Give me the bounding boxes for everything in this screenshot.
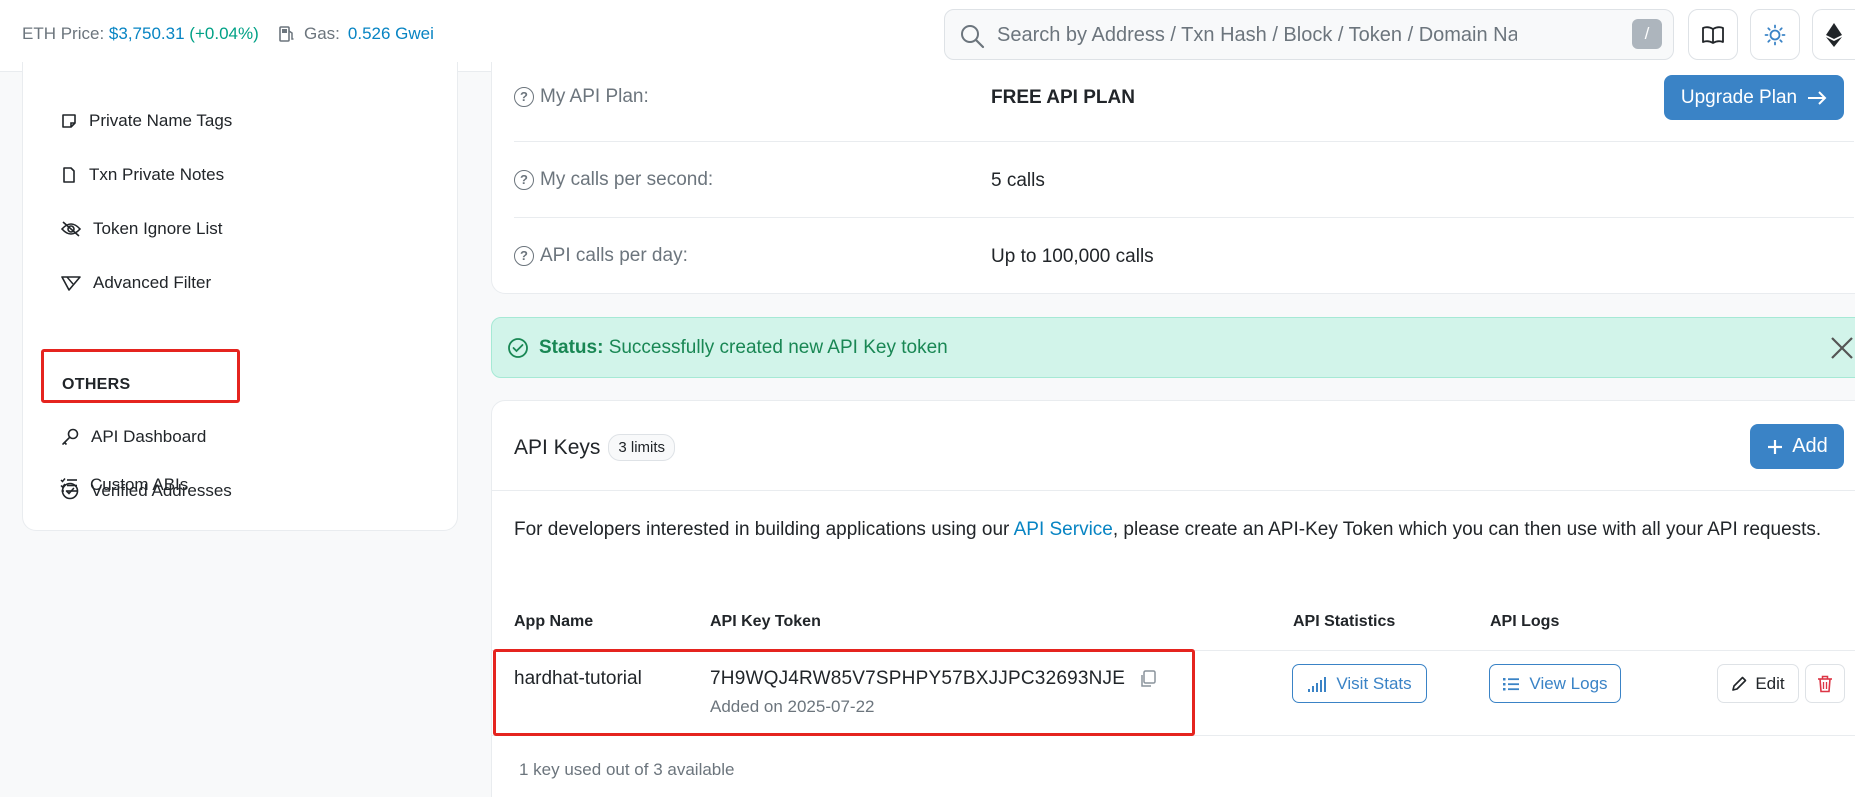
api-keys-card: API Keys 3 limits Add For developers int…	[491, 400, 1855, 797]
visit-stats-label: Visit Stats	[1336, 673, 1412, 693]
plan-label: ? My API Plan:	[514, 86, 649, 108]
status-prefix: Status:	[539, 337, 604, 358]
status-message: Status: Successfully created new API Key…	[539, 337, 948, 359]
plan-row: ? API calls per day: Up to 100,000 calls	[514, 218, 1854, 294]
view-logs-button[interactable]: View Logs	[1489, 664, 1621, 703]
upgrade-plan-label: Upgrade Plan	[1680, 86, 1798, 108]
plan-label-text: My API Plan:	[540, 86, 649, 107]
search-icon	[961, 25, 985, 49]
gas-price: Gas: 0.526 Gwei	[278, 24, 434, 44]
sidebar-item-token-ignore-list[interactable]: Token Ignore List	[61, 209, 222, 249]
signal-bars-icon	[1308, 676, 1327, 692]
account-sidebar: Private Name Tags Txn Private Notes Toke…	[22, 62, 458, 531]
sidebar-item-label: Advanced Filter	[93, 273, 212, 292]
book-icon	[1702, 25, 1724, 44]
highlight-box-api-key-row	[493, 649, 1195, 736]
plus-icon	[1768, 439, 1783, 454]
upgrade-plan-button[interactable]: Upgrade Plan	[1664, 75, 1844, 120]
sidebar-item-txn-private-notes[interactable]: Txn Private Notes	[61, 155, 224, 195]
close-icon[interactable]	[1829, 335, 1855, 361]
add-label: Add	[1792, 435, 1828, 457]
sidebar-item-advanced-filter[interactable]: Advanced Filter	[61, 263, 211, 303]
sidebar-item-api-dashboard[interactable]: API Dashboard	[61, 417, 206, 457]
column-header-api-key-token: API Key Token	[710, 613, 821, 630]
api-keys-title-text: API Keys	[514, 435, 601, 459]
intro-text: For developers interested in building ap…	[514, 519, 1014, 540]
help-icon[interactable]: ?	[514, 246, 534, 266]
key-usage-text: 1 key used out of 3 available	[519, 760, 735, 779]
trash-icon	[1818, 675, 1832, 692]
plan-row: ? My calls per second: 5 calls	[514, 142, 1854, 218]
column-header-app-name: App Name	[514, 613, 594, 630]
intro-text: , please create an API-Key Token which y…	[1112, 519, 1822, 540]
status-alert: Status: Successfully created new API Key…	[491, 317, 1855, 378]
help-icon[interactable]: ?	[514, 170, 534, 190]
plan-label: ? API calls per day:	[514, 245, 688, 267]
key-icon	[62, 428, 79, 446]
file-icon	[63, 167, 75, 183]
docs-button[interactable]	[1688, 9, 1738, 60]
note-icon	[62, 114, 76, 128]
sidebar-item-custom-abis[interactable]: Custom ABIs	[60, 465, 188, 505]
sidebar-item-label: Custom ABIs	[90, 475, 189, 494]
plan-label: ? My calls per second:	[514, 169, 713, 191]
column-header-api-logs: API Logs	[1490, 613, 1560, 630]
network-button[interactable]	[1812, 9, 1855, 60]
plan-row: ? My API Plan: FREE API PLAN	[514, 62, 1854, 142]
api-plan-card: ? My API Plan: FREE API PLAN ? My calls …	[491, 62, 1855, 294]
api-keys-header: API Keys 3 limits Add	[492, 401, 1855, 491]
sidebar-item-label: API Dashboard	[91, 427, 207, 446]
sidebar-item-private-name-tags[interactable]: Private Name Tags	[61, 101, 232, 141]
sidebar-item-label: Token Ignore List	[93, 219, 223, 238]
sun-icon	[1764, 24, 1786, 45]
api-keys-intro: For developers interested in building ap…	[514, 514, 1854, 545]
gas-label: Gas:	[304, 24, 340, 43]
add-api-key-button[interactable]: Add	[1750, 424, 1844, 469]
plan-label-text: API calls per day:	[540, 245, 688, 266]
gas-pump-icon	[279, 26, 294, 42]
edit-label: Edit	[1755, 673, 1785, 693]
list-check-icon	[60, 478, 77, 492]
plan-value: 5 calls	[991, 170, 1045, 191]
eth-price-label: ETH Price:	[22, 24, 105, 43]
eye-slash-icon	[61, 221, 81, 237]
search-bar[interactable]	[944, 9, 1674, 60]
eth-price-value[interactable]: $3,750.31	[109, 24, 185, 43]
delete-button[interactable]	[1805, 664, 1845, 703]
eth-price-change: (+0.04%)	[189, 24, 259, 43]
search-shortcut-key: /	[1632, 19, 1662, 49]
filter-icon	[61, 276, 81, 291]
edit-button[interactable]: Edit	[1717, 664, 1799, 703]
status-text: Successfully created new API Key token	[608, 337, 948, 358]
pencil-icon	[1732, 676, 1747, 691]
highlight-box-api-dashboard	[41, 349, 240, 403]
api-service-link[interactable]: API Service	[1014, 519, 1113, 540]
visit-stats-button[interactable]: Visit Stats	[1292, 664, 1427, 703]
plan-value: Up to 100,000 calls	[991, 246, 1154, 267]
list-icon	[1503, 677, 1520, 690]
arrow-right-icon	[1808, 90, 1827, 105]
gas-value[interactable]: 0.526 Gwei	[348, 24, 434, 44]
search-input[interactable]	[997, 22, 1517, 48]
column-header-api-statistics: API Statistics	[1293, 613, 1396, 630]
api-keys-title: API Keys 3 limits	[514, 434, 676, 461]
view-logs-label: View Logs	[1529, 673, 1608, 693]
sidebar-item-label: Private Name Tags	[89, 111, 233, 130]
eth-price: ETH Price: $3,750.31 (+0.04%)	[22, 24, 259, 44]
theme-toggle-button[interactable]	[1750, 9, 1800, 60]
help-icon[interactable]: ?	[514, 87, 534, 107]
plan-value: FREE API PLAN	[991, 87, 1135, 108]
ethereum-icon	[1826, 22, 1842, 47]
limits-badge: 3 limits	[608, 434, 676, 461]
plan-label-text: My calls per second:	[540, 169, 714, 190]
check-circle-icon	[508, 338, 528, 358]
sidebar-item-label: Txn Private Notes	[89, 165, 225, 184]
